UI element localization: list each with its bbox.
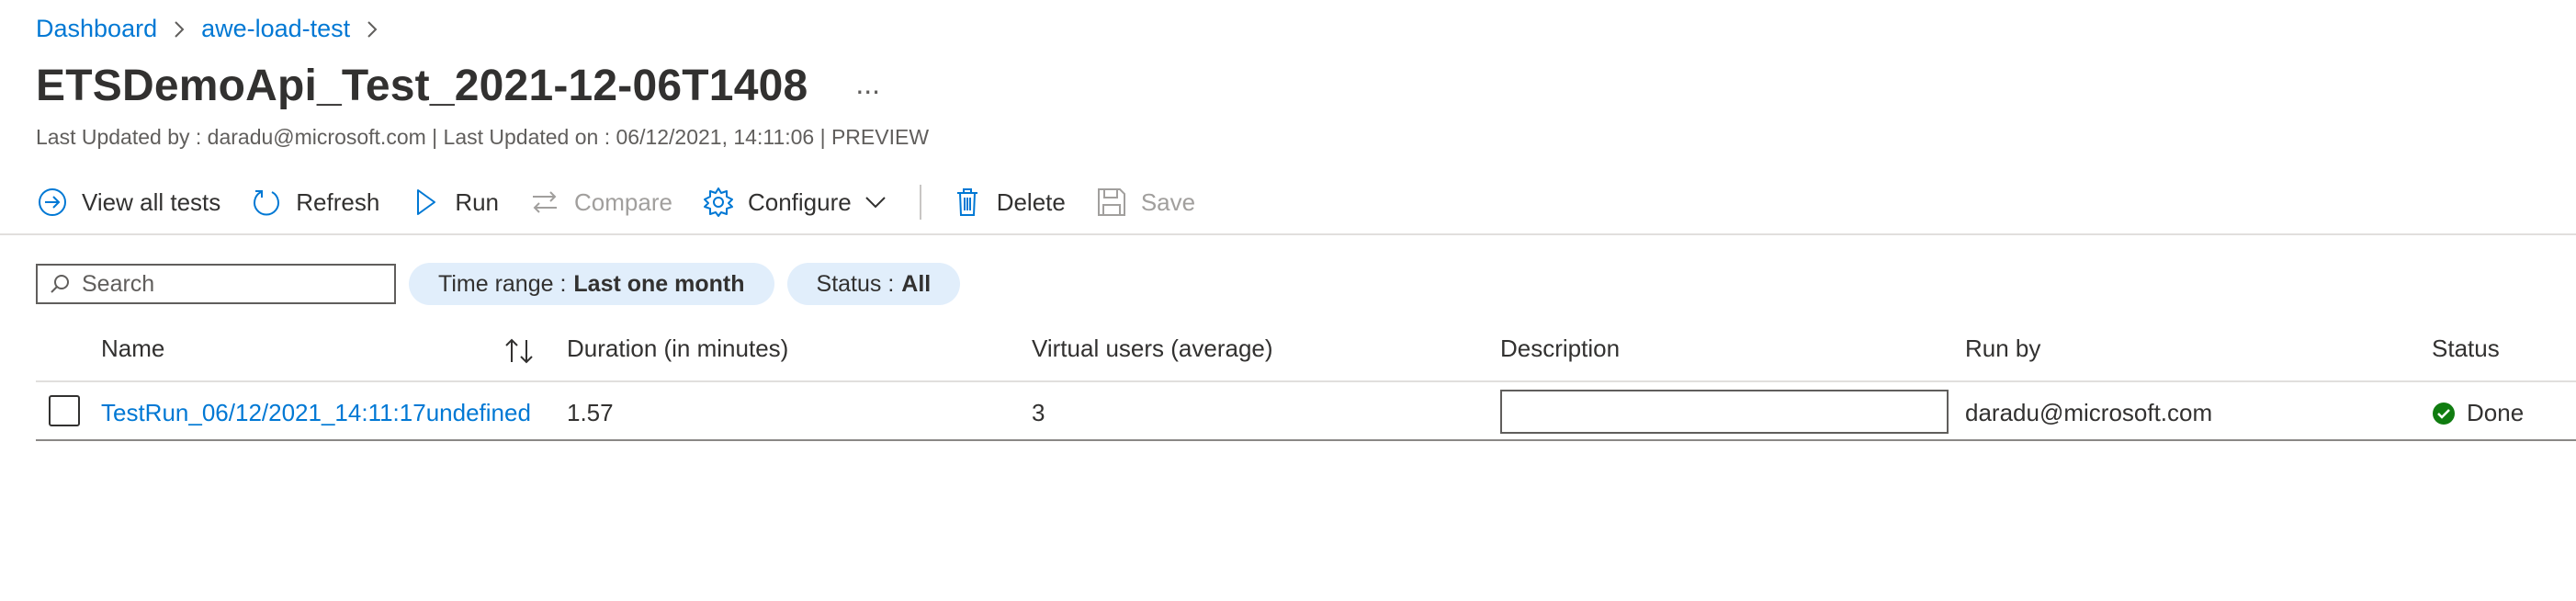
breadcrumb-awe-load-test[interactable]: awe-load-test (201, 15, 350, 43)
column-header-name[interactable]: Name (101, 335, 164, 363)
gear-icon (703, 187, 733, 217)
delete-label: Delete (996, 187, 1066, 216)
compare-label: Compare (574, 187, 672, 216)
search-input[interactable] (82, 270, 376, 298)
compare-arrows-icon (533, 191, 558, 213)
column-header-duration[interactable]: Duration (in minutes) (567, 335, 788, 363)
search-box (36, 264, 396, 304)
page-subtitle: Last Updated by : daradu@microsoft.com |… (36, 125, 930, 149)
status-filter-value: All (901, 270, 932, 297)
duration-cell: 1.57 (567, 399, 614, 426)
filter-bar: Time range : Last one month Status : All (36, 263, 961, 305)
arrow-circle-icon (39, 188, 66, 216)
column-header-status[interactable]: Status (2432, 335, 2500, 363)
search-icon (51, 275, 69, 293)
breadcrumb: Dashboard awe-load-test (36, 15, 394, 43)
configure-button[interactable]: Configure (702, 186, 888, 219)
command-bar: View all tests Refresh Run Compare Confi… (36, 180, 1225, 224)
check-circle-icon (2433, 402, 2455, 425)
save-button[interactable]: Save (1095, 186, 1195, 219)
status-cell: Done (2432, 399, 2524, 427)
status-text: Done (2467, 399, 2525, 426)
play-icon (417, 189, 436, 215)
chevron-right-icon (172, 18, 186, 40)
toolbar-divider-line (0, 233, 2576, 235)
chevron-right-icon (365, 18, 379, 40)
test-runs-table: Name Duration (in minutes) Virtual users… (36, 323, 2576, 441)
delete-button[interactable]: Delete (951, 186, 1066, 219)
time-range-value: Last one month (573, 270, 745, 297)
run-label: Run (455, 187, 500, 216)
page-title: ETSDemoApi_Test_2021-12-06T1408 (36, 62, 808, 110)
column-header-virtual-users[interactable]: Virtual users (average) (1032, 335, 1273, 363)
time-range-label: Time range : (438, 270, 567, 297)
row-checkbox[interactable] (49, 395, 80, 426)
table-row[interactable]: TestRun_06/12/2021_14:11:17undefined 1.5… (36, 382, 2576, 441)
save-icon (1097, 188, 1125, 216)
description-input[interactable] (1500, 390, 1949, 434)
title-row: ETSDemoApi_Test_2021-12-06T1408 ... (36, 61, 880, 111)
compare-button[interactable]: Compare (528, 186, 672, 219)
column-header-run-by[interactable]: Run by (1965, 335, 2040, 363)
test-run-link[interactable]: TestRun_06/12/2021_14:11:17undefined (101, 399, 531, 427)
trash-icon (956, 188, 977, 216)
sort-icon[interactable] (503, 336, 536, 366)
run-by-cell: daradu@microsoft.com (1965, 399, 2213, 426)
view-all-tests-button[interactable]: View all tests (36, 186, 220, 219)
chevron-down-icon (864, 197, 886, 209)
status-filter[interactable]: Status : All (786, 263, 961, 305)
virtual-users-cell: 3 (1032, 399, 1045, 426)
run-button[interactable]: Run (409, 186, 499, 219)
time-range-filter[interactable]: Time range : Last one month (409, 263, 774, 305)
more-options-button[interactable]: ... (855, 69, 880, 98)
status-filter-label: Status : (816, 270, 895, 297)
table-header: Name Duration (in minutes) Virtual users… (36, 323, 2576, 382)
column-header-description[interactable]: Description (1500, 335, 1620, 363)
breadcrumb-dashboard[interactable]: Dashboard (36, 15, 157, 43)
configure-label: Configure (747, 187, 852, 216)
toolbar-divider (919, 185, 921, 220)
view-all-tests-label: View all tests (82, 187, 221, 216)
refresh-button[interactable]: Refresh (250, 186, 379, 219)
refresh-label: Refresh (296, 187, 380, 216)
save-label: Save (1140, 187, 1196, 216)
refresh-icon (254, 190, 280, 216)
